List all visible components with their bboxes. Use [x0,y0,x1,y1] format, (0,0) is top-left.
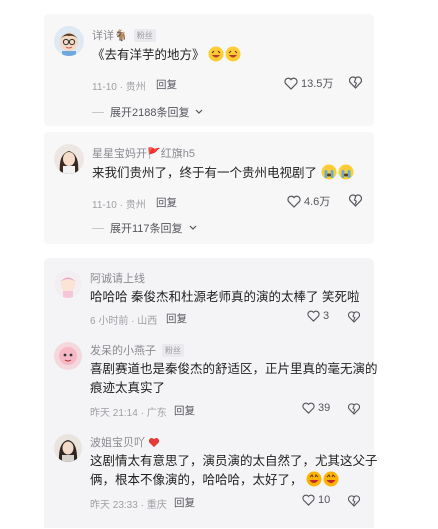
fan-badge: 粉丝 [133,28,156,42]
like-button[interactable]: 4.6万 [287,193,330,209]
comment-text: 哈哈哈 秦俊杰和杜源老师真的演的太棒了 笑死啦 [90,290,360,304]
top-comment-card: 星星宝妈开🚩红旗h5 来我们贵州了，终于有一个贵州电视剧了 11-10 · 贵州… [44,132,374,244]
comment-meta: 昨天 23:33 · 重庆 [90,500,167,511]
reply-button[interactable]: 回复 [166,311,187,326]
top-comment-card: 详详🐐 粉丝 《去有洋芋的地方》 11-10 · 贵州 回复 13.5万 展开2… [44,14,374,126]
chevron-down-icon [196,109,203,114]
avatar[interactable] [54,144,84,174]
comment-meta: 11-10 · 贵州 [92,82,146,93]
dislike-button[interactable] [348,193,363,212]
comment-text: 这剧情太有意思了，演员演的太自然了，尤其这父子 俩，根本不像演的，哈哈哈，太好了… [90,452,378,493]
reply-button[interactable]: 回复 [174,403,195,418]
reply-button[interactable]: 回复 [156,195,177,210]
divider [92,227,104,229]
dislike-icon [347,311,361,323]
comment-list: 阿诚请上线 哈哈哈 秦俊杰和杜源老师真的演的太棒了 笑死啦 6 小时前 · 山西… [44,258,378,528]
avatar[interactable] [54,434,82,462]
avatar[interactable] [54,342,82,370]
like-count: 39 [318,402,331,414]
comment-text: 喜剧赛道也是秦俊杰的舒适区，正片里真的毫无演的 痕迹太真实了 [90,362,378,395]
comment-meta: 6 小时前 · 山西 [90,316,158,327]
like-button[interactable]: 10 [302,494,330,506]
like-count: 10 [318,494,331,506]
dislike-button[interactable] [347,310,361,328]
like-button[interactable]: 39 [302,402,330,414]
fan-badge: 粉丝 [162,343,184,357]
reply-button[interactable]: 回复 [156,77,177,92]
avatar[interactable] [54,270,82,298]
dislike-icon [348,194,363,207]
comment-meta: 11-10 · 贵州 [92,200,146,211]
like-button[interactable]: 13.5万 [284,75,333,91]
heart-icon [302,494,315,506]
laughing-emoji-icon [208,46,242,68]
heart-icon [287,195,301,208]
comment-username[interactable]: 发呆的小燕子 粉丝 [90,342,184,358]
like-count: 4.6万 [304,196,331,208]
dislike-button[interactable] [348,75,363,94]
comment-text: 《去有洋芋的地方》 [92,46,242,68]
chevron-down-icon [189,225,196,230]
dislike-icon [347,495,361,507]
comment-username[interactable]: 阿诚请上线 [90,270,145,286]
comment-username[interactable]: 星星宝妈开🚩红旗h5 [92,145,195,161]
comment-username[interactable]: 波姐宝贝吖 [90,434,160,450]
heart-icon [302,402,315,414]
like-count: 13.5万 [301,78,334,90]
dislike-button[interactable] [347,402,361,420]
comment-text: 来我们贵州了，终于有一个贵州电视剧了 [92,164,355,186]
expand-replies-button[interactable]: 展开2188条回复 [92,104,203,120]
like-button[interactable]: 3 [307,310,329,322]
heart-icon [307,310,320,322]
reply-button[interactable]: 回复 [174,495,195,510]
avatar[interactable] [54,26,84,56]
dislike-icon [348,76,363,89]
crying-emoji-icon [321,164,355,186]
comment-username[interactable]: 详详🐐 粉丝 [92,27,156,43]
dislike-button[interactable] [347,494,361,512]
grinning-emoji-icon [306,471,340,493]
divider [92,111,104,113]
dislike-icon [347,403,361,415]
heart-emoji-icon [148,437,160,447]
comment-meta: 昨天 21:14 · 广东 [90,408,167,419]
expand-replies-button[interactable]: 展开117条回复 [92,220,197,236]
heart-icon [284,77,298,90]
like-count: 3 [323,310,330,322]
